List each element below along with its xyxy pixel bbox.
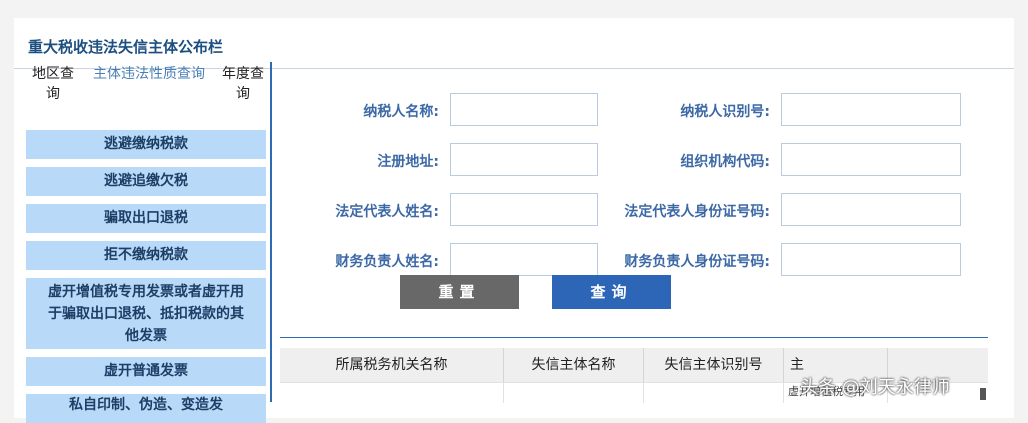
scrollbar-thumb[interactable] <box>980 388 986 400</box>
page-title: 重大税收违法失信主体公布栏 <box>28 38 224 56</box>
column-header-tax-authority: 所属税务机关名称 <box>280 348 504 382</box>
category-export-rebate-fraud[interactable]: 骗取出口退税 <box>26 204 266 233</box>
taxpayer-id-input[interactable] <box>781 93 961 126</box>
taxpayer-id-label: 纳税人识别号: <box>680 104 770 120</box>
address-input[interactable] <box>450 143 598 176</box>
category-false-ordinary-invoice[interactable]: 虚开普通发票 <box>26 357 266 386</box>
category-refuse-payment[interactable]: 拒不缴纳税款 <box>26 241 266 270</box>
query-button[interactable]: 查询 <box>552 275 671 309</box>
sidebar-divider <box>270 62 272 402</box>
category-forged-invoice[interactable]: 私自印制、伪造、变造发 <box>26 394 266 423</box>
legal-rep-name-input[interactable] <box>450 193 598 226</box>
tab-region[interactable]: 地区查询 <box>28 64 78 104</box>
column-header-entity-name: 失信主体名称 <box>504 348 644 382</box>
table-cell <box>280 383 504 403</box>
finance-name-input[interactable] <box>450 243 598 276</box>
reset-button[interactable]: 重置 <box>400 275 519 309</box>
results-divider <box>280 337 988 338</box>
category-tax-evasion[interactable]: 逃避缴纳税款 <box>26 130 266 159</box>
finance-id-input[interactable] <box>781 243 961 276</box>
org-code-input[interactable] <box>781 143 961 176</box>
legal-rep-name-label: 法定代表人姓名: <box>335 204 439 220</box>
org-code-label: 组织机构代码: <box>680 154 770 170</box>
finance-id-label: 财务负责人身份证号码: <box>624 254 770 270</box>
query-tabs: 地区查询 主体违法性质查询 年度查询 <box>14 64 270 108</box>
category-arrears-evasion[interactable]: 逃避追缴欠税 <box>26 167 266 196</box>
tab-violation-type[interactable]: 主体违法性质查询 <box>90 64 208 84</box>
category-false-vat-invoice[interactable]: 虚开增值税专用发票或者虚开用于骗取出口退税、抵扣税款的其他发票 <box>26 278 266 349</box>
legal-rep-id-label: 法定代表人身份证号码: <box>624 204 770 220</box>
taxpayer-name-input[interactable] <box>450 93 598 126</box>
tab-year[interactable]: 年度查询 <box>218 64 268 104</box>
table-cell <box>644 383 784 403</box>
address-label: 注册地址: <box>377 154 439 170</box>
taxpayer-name-label: 纳税人名称: <box>363 104 439 120</box>
watermark: 头条 @刘天永律师 <box>800 377 950 398</box>
table-cell <box>504 383 644 403</box>
legal-rep-id-input[interactable] <box>781 193 961 226</box>
column-header-entity-id: 失信主体识别号 <box>644 348 784 382</box>
finance-name-label: 财务负责人姓名: <box>335 254 439 270</box>
